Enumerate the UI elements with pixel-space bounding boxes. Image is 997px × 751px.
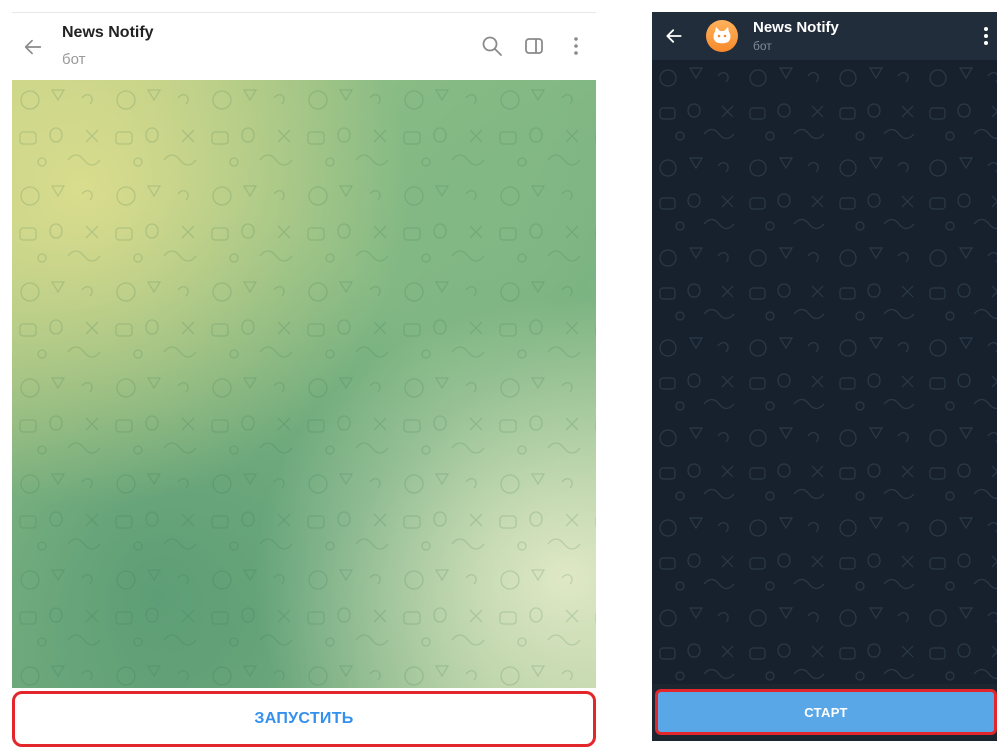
chat-title[interactable]: News Notify xyxy=(753,19,839,36)
doodle-pattern xyxy=(12,80,596,688)
bot-avatar-icon[interactable] xyxy=(706,20,738,52)
sidebar-toggle-icon[interactable] xyxy=(522,34,546,58)
chat-background xyxy=(12,80,596,688)
doodle-pattern xyxy=(652,60,997,684)
start-button[interactable]: ЗАПУСТИТЬ xyxy=(12,691,596,747)
back-arrow-icon[interactable] xyxy=(664,26,684,46)
start-button[interactable]: СТАРТ xyxy=(655,689,997,735)
more-vertical-icon[interactable] xyxy=(981,26,991,46)
back-arrow-icon[interactable] xyxy=(22,36,44,58)
mobile-chat-window: News Notify бот СТАРТ xyxy=(652,12,997,741)
chat-subtitle: бот xyxy=(62,51,86,68)
chat-title[interactable]: News Notify xyxy=(62,24,154,42)
divider xyxy=(12,12,596,13)
search-icon[interactable] xyxy=(480,34,504,58)
chat-background xyxy=(652,60,997,684)
desktop-chat-window: News Notify бот ЗАПУСТИТЬ xyxy=(12,0,596,751)
chat-header: News Notify бот xyxy=(12,14,596,80)
chat-header: News Notify бот xyxy=(652,12,997,60)
more-vertical-icon[interactable] xyxy=(564,34,588,58)
chat-subtitle: бот xyxy=(753,39,772,53)
